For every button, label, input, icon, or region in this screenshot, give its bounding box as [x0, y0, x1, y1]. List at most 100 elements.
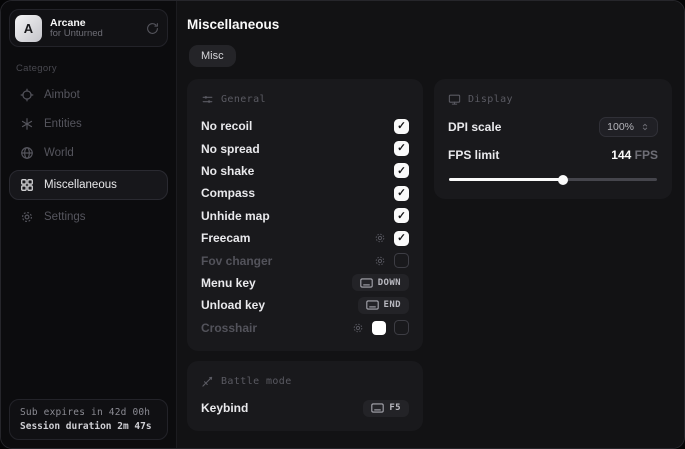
sidebar-item-label: World: [44, 147, 74, 159]
setting-row-freecam: Freecam: [201, 227, 409, 249]
brand-text: Arcane for Unturned: [50, 17, 138, 40]
setting-row-fov-changer: Fov changer: [201, 249, 409, 271]
freecam-checkbox[interactable]: [394, 231, 409, 246]
setting-row-compass: Compass: [201, 182, 409, 204]
crosshair-checkbox[interactable]: [394, 320, 409, 335]
sidebar-item-label: Settings: [44, 211, 86, 223]
setting-label: Fov changer: [201, 254, 272, 268]
setting-label: No spread: [201, 142, 260, 156]
crosshair-color-swatch[interactable]: [372, 321, 386, 335]
tab-bar: Misc: [189, 45, 672, 67]
globe-icon: [20, 146, 34, 160]
setting-row-no-spread: No spread: [201, 137, 409, 159]
general-panel-title: General: [221, 94, 266, 105]
tab-misc[interactable]: Misc: [189, 45, 236, 67]
avatar: A: [15, 15, 42, 42]
display-panel-header: Display: [448, 93, 658, 106]
panel-columns: General No recoil No spread No shake: [187, 79, 672, 431]
sidebar-item-settings[interactable]: Settings: [9, 203, 168, 231]
display-panel-title: Display: [468, 94, 513, 105]
dpi-scale-row: DPI scale 100%: [448, 115, 658, 139]
sidebar-item-aimbot[interactable]: Aimbot: [9, 81, 168, 109]
battle-mode-panel-header: Battle mode: [201, 375, 409, 388]
setting-label: Unload key: [201, 298, 265, 312]
fps-limit-label: FPS limit: [448, 148, 499, 162]
setting-label: Crosshair: [201, 321, 257, 335]
setting-row-no-recoil: No recoil: [201, 115, 409, 137]
slider-thumb[interactable]: [558, 175, 568, 185]
setting-label: No recoil: [201, 119, 252, 133]
sidebar-item-label: Miscellaneous: [44, 179, 117, 191]
setting-row-unhide-map: Unhide map: [201, 205, 409, 227]
general-panel-header: General: [201, 93, 409, 106]
entities-icon: [20, 117, 34, 131]
category-label: Category: [16, 63, 161, 74]
compass-checkbox[interactable]: [394, 186, 409, 201]
battle-mode-panel: Battle mode Keybind F5: [187, 361, 423, 431]
setting-label: Freecam: [201, 231, 250, 245]
keyboard-icon: [371, 403, 384, 413]
sliders-icon: [201, 93, 214, 106]
display-panel: Display DPI scale 100%: [434, 79, 672, 199]
setting-label: Unhide map: [201, 209, 270, 223]
brand-card: A Arcane for Unturned: [9, 9, 168, 47]
setting-row-no-shake: No shake: [201, 160, 409, 182]
monitor-icon: [448, 93, 461, 106]
setting-label: No shake: [201, 164, 254, 178]
unfold-chevrons-icon: [640, 122, 650, 132]
sidebar-item-label: Entities: [44, 118, 82, 130]
battle-keybind-button[interactable]: F5: [363, 400, 409, 417]
left-column: General No recoil No spread No shake: [187, 79, 423, 431]
battle-mode-panel-title: Battle mode: [221, 376, 292, 387]
dpi-scale-select[interactable]: 100%: [599, 117, 658, 137]
sidebar-item-miscellaneous[interactable]: Miscellaneous: [9, 170, 168, 200]
dpi-scale-label: DPI scale: [448, 120, 501, 134]
page-title: Miscellaneous: [187, 17, 672, 32]
no-shake-checkbox[interactable]: [394, 163, 409, 178]
app-window: A Arcane for Unturned Category Aimbot: [0, 0, 685, 449]
right-column: Display DPI scale 100%: [434, 79, 672, 199]
no-spread-checkbox[interactable]: [394, 141, 409, 156]
fps-limit-row: FPS limit 144 FPS: [448, 143, 658, 167]
fov-changer-checkbox[interactable]: [394, 253, 409, 268]
setting-row-crosshair: Crosshair: [201, 317, 409, 339]
general-panel: General No recoil No spread No shake: [187, 79, 423, 351]
crosshair-icon: [20, 88, 34, 102]
setting-label: Compass: [201, 186, 255, 200]
sidebar-item-entities[interactable]: Entities: [9, 110, 168, 138]
setting-row-keybind: Keybind F5: [201, 397, 409, 419]
grid-icon: [20, 178, 34, 192]
fps-limit-slider[interactable]: [449, 173, 657, 185]
brand-name: Arcane: [50, 17, 138, 29]
setting-label: Menu key: [201, 276, 256, 290]
keyboard-icon: [366, 300, 379, 310]
setting-label: Keybind: [201, 401, 248, 415]
key-value: DOWN: [378, 278, 401, 288]
subscription-info-card: Sub expires in 42d 00h Session duration …: [9, 399, 168, 440]
unload-key-button[interactable]: END: [358, 297, 409, 314]
freecam-settings-gear-icon[interactable]: [374, 232, 386, 244]
sub-expiry-text: Sub expires in 42d 00h: [20, 407, 157, 418]
sidebar: A Arcane for Unturned Category Aimbot: [1, 1, 177, 448]
setting-row-unload-key: Unload key END: [201, 294, 409, 316]
refresh-icon[interactable]: [146, 22, 159, 35]
menu-key-button[interactable]: DOWN: [352, 274, 409, 291]
crosshair-settings-gear-icon[interactable]: [352, 322, 364, 334]
setting-row-menu-key: Menu key DOWN: [201, 272, 409, 294]
main-content: Miscellaneous Misc General: [177, 1, 685, 448]
fps-limit-value: 144 FPS: [611, 148, 658, 162]
keyboard-icon: [360, 278, 373, 288]
gear-icon: [20, 210, 34, 224]
sidebar-item-label: Aimbot: [44, 89, 80, 101]
slider-fill: [449, 178, 563, 181]
no-recoil-checkbox[interactable]: [394, 119, 409, 134]
unhide-map-checkbox[interactable]: [394, 208, 409, 223]
session-duration-text: Session duration 2m 47s: [20, 421, 157, 432]
key-value: END: [384, 300, 401, 310]
fov-changer-settings-gear-icon[interactable]: [374, 255, 386, 267]
dpi-scale-value: 100%: [607, 121, 634, 133]
key-value: F5: [389, 403, 401, 413]
sword-icon: [201, 375, 214, 388]
sidebar-nav: Aimbot Entities World: [9, 81, 168, 231]
sidebar-item-world[interactable]: World: [9, 139, 168, 167]
